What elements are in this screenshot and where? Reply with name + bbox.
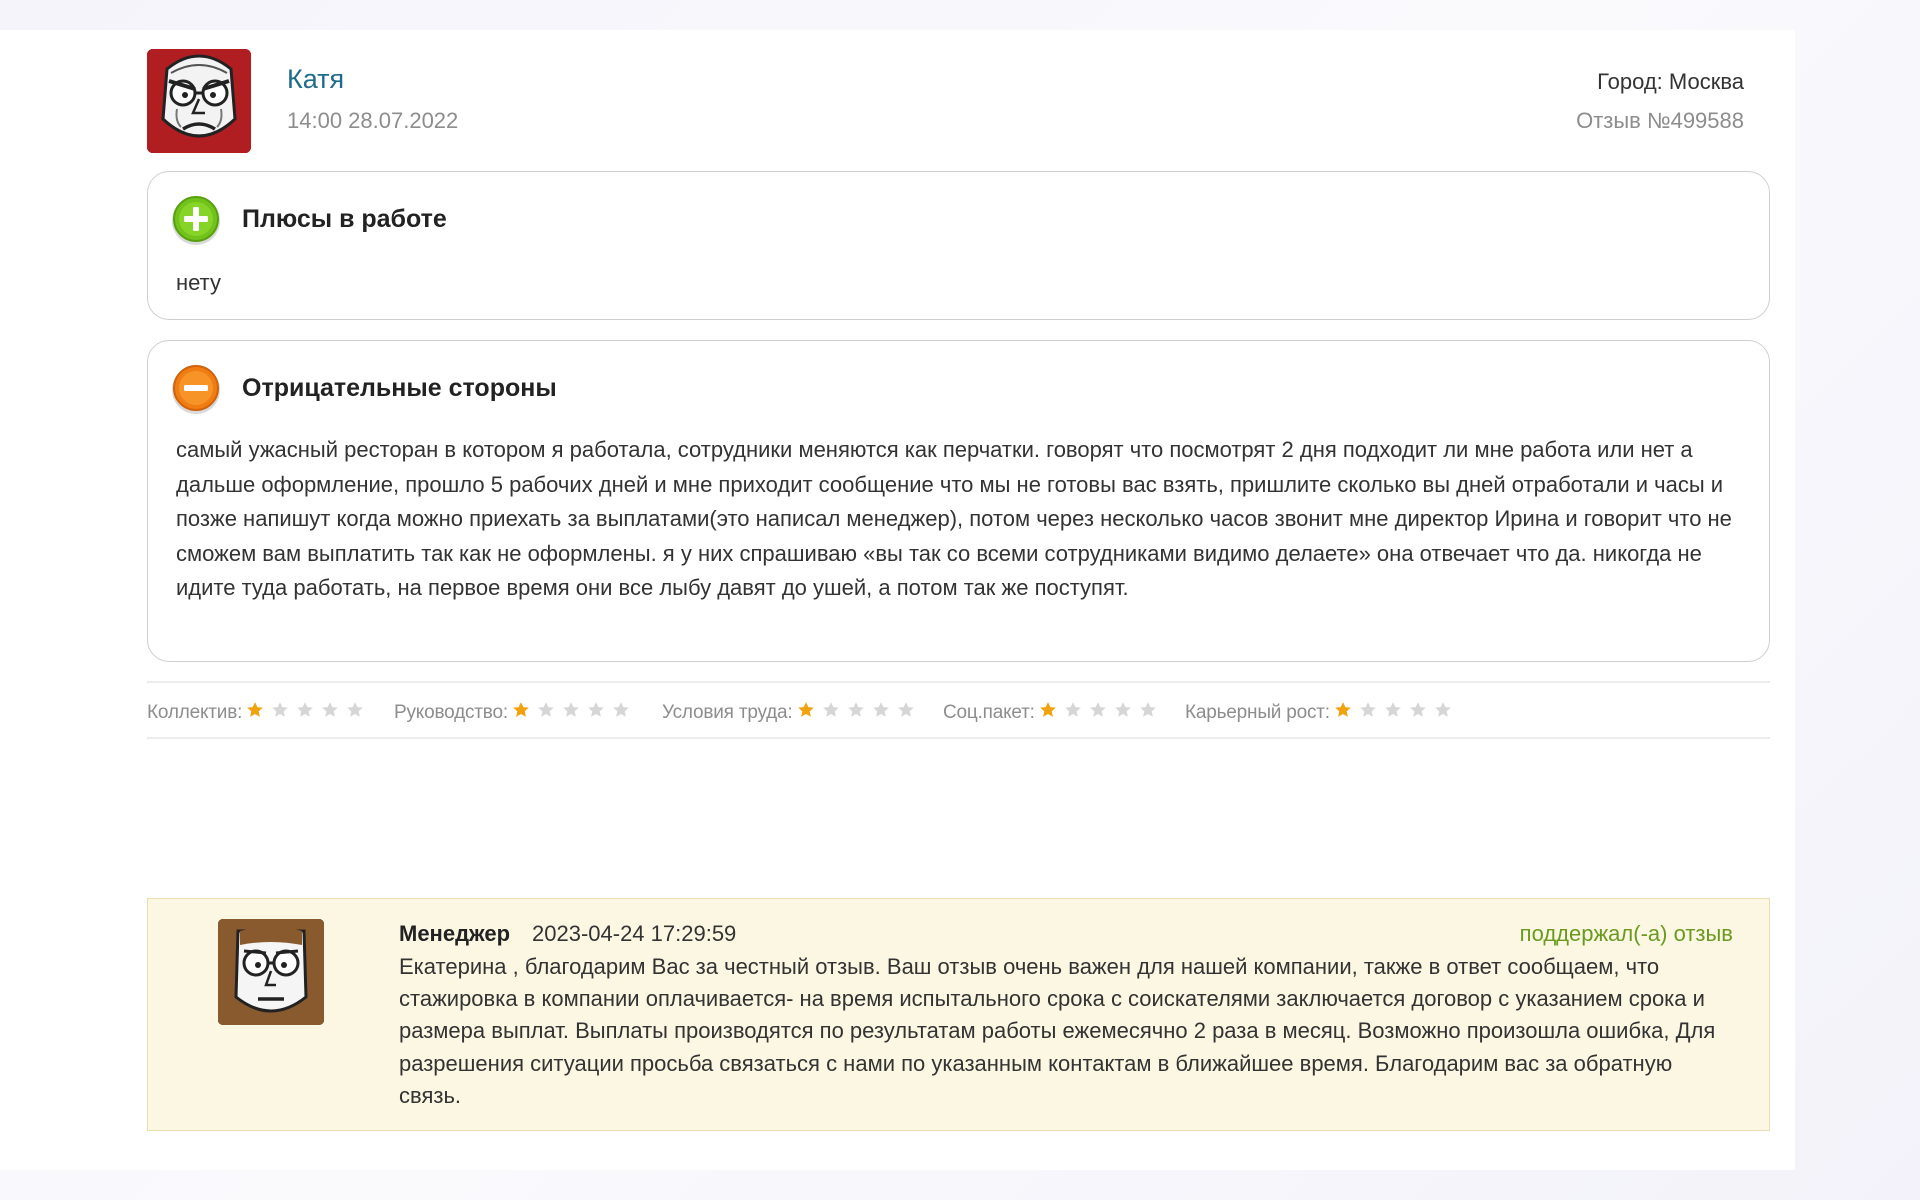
- rating-collective: Коллектив:: [147, 701, 371, 724]
- cons-text: самый ужасный ресторан в котором я работ…: [176, 437, 1732, 601]
- reviewer-avatar[interactable]: [147, 49, 251, 153]
- star-empty-icon: [272, 702, 288, 717]
- rating-social: Соц.пакет:: [943, 701, 1164, 724]
- star-empty-icon: [347, 702, 363, 717]
- star-empty-icon: [1114, 702, 1131, 717]
- star-empty-icon: [1089, 702, 1106, 717]
- star-empty-icon: [1360, 702, 1376, 717]
- reply-support-status: поддержал(-а) отзыв: [1519, 921, 1733, 946]
- cons-section: Отрицательные стороны самый ужасный рест…: [147, 340, 1770, 662]
- star-empty-icon: [563, 702, 579, 717]
- manager-reply: Менеджер 2023-04-24 17:29:59 поддержал(-…: [147, 898, 1770, 1131]
- rating-label: Руководство:: [394, 701, 508, 723]
- star-empty-icon: [1064, 702, 1081, 717]
- pros-section: Плюсы в работе нету: [147, 171, 1770, 320]
- rating-stars: [1039, 701, 1164, 724]
- review-city: Город: Москва: [1597, 69, 1744, 94]
- rating-conditions: Условия труда:: [662, 701, 922, 724]
- rating-stars: [1334, 701, 1459, 724]
- pros-title: Плюсы в работе: [242, 205, 447, 233]
- star-empty-icon: [297, 702, 313, 717]
- angry-face-avatar-icon: [147, 49, 251, 153]
- star-filled-icon: [797, 702, 814, 717]
- star-empty-icon: [872, 702, 889, 717]
- star-empty-icon: [1139, 702, 1156, 717]
- reply-date: 2023-04-24 17:29:59: [532, 921, 737, 946]
- pros-text: нету: [176, 270, 221, 295]
- star-filled-icon: [1039, 702, 1056, 717]
- rating-label: Соц.пакет:: [943, 701, 1035, 723]
- manager-face-avatar-icon: [218, 919, 324, 1025]
- star-empty-icon: [847, 702, 864, 717]
- review-author-link[interactable]: Катя: [287, 64, 344, 95]
- star-empty-icon: [1435, 702, 1451, 717]
- star-empty-icon: [897, 702, 914, 717]
- star-empty-icon: [538, 702, 554, 717]
- star-filled-icon: [247, 702, 263, 717]
- star-empty-icon: [322, 702, 338, 717]
- rating-label: Условия труда:: [662, 701, 793, 723]
- minus-circle-icon: [172, 365, 220, 414]
- reply-author: Менеджер: [399, 921, 511, 946]
- star-empty-icon: [1410, 702, 1426, 717]
- rating-label: Коллектив:: [147, 701, 243, 723]
- star-empty-icon: [613, 702, 629, 717]
- star-empty-icon: [822, 702, 839, 717]
- manager-avatar: [218, 919, 324, 1025]
- cons-title: Отрицательные стороны: [242, 374, 557, 402]
- rating-stars: [512, 701, 637, 724]
- reply-text: Екатерина , благодарим Вас за честный от…: [399, 954, 1716, 1108]
- rating-stars: [797, 701, 922, 724]
- ratings-bar: Коллектив: Руководство: Условия труда: С…: [147, 681, 1770, 739]
- star-empty-icon: [588, 702, 604, 717]
- star-empty-icon: [1385, 702, 1401, 717]
- rating-stars: [246, 701, 371, 724]
- rating-career: Карьерный рост:: [1185, 701, 1459, 724]
- star-filled-icon: [513, 702, 529, 717]
- review-number: Отзыв №499588: [1576, 108, 1744, 133]
- review-date: 14:00 28.07.2022: [287, 108, 459, 133]
- plus-circle-icon: [172, 196, 220, 245]
- rating-management: Руководство:: [394, 701, 637, 724]
- star-filled-icon: [1335, 702, 1351, 717]
- rating-label: Карьерный рост:: [1185, 701, 1330, 723]
